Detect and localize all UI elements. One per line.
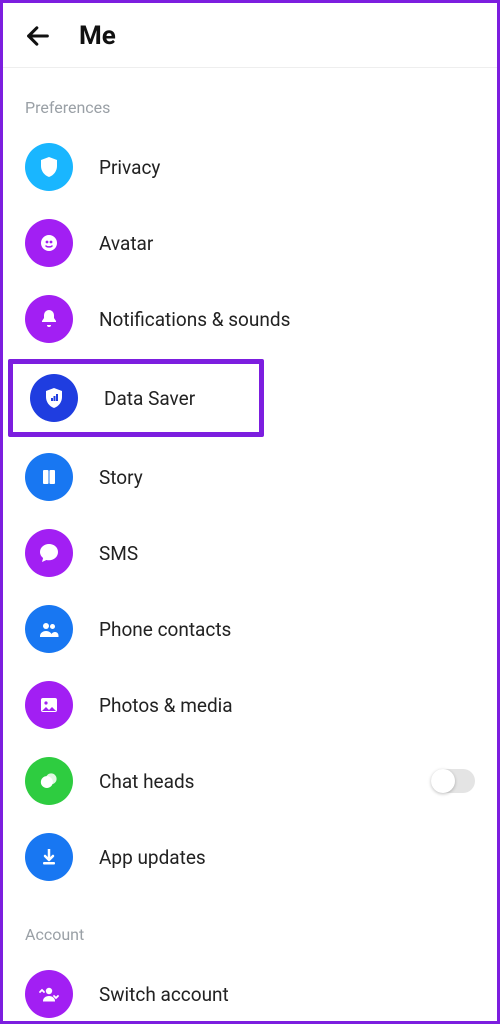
story-icon (25, 453, 73, 501)
page-title: Me (79, 21, 116, 51)
data-shield-icon (30, 374, 78, 422)
settings-item-label: Chat heads (99, 770, 431, 793)
bell-icon (25, 295, 73, 343)
section-label-account: Account (3, 895, 497, 956)
settings-item-phone-contacts[interactable]: Phone contacts (3, 591, 497, 667)
settings-item-label: Photos & media (99, 694, 475, 717)
switch-account-icon (25, 970, 73, 1018)
preferences-list: Privacy Avatar Notifications & sounds Da… (3, 129, 497, 895)
settings-item-app-updates[interactable]: App updates (3, 819, 497, 895)
settings-item-label: Switch account (99, 983, 475, 1006)
settings-item-avatar[interactable]: Avatar (3, 205, 497, 281)
settings-item-story[interactable]: Story (3, 439, 497, 515)
back-arrow-icon (24, 22, 52, 50)
image-icon (25, 681, 73, 729)
settings-item-privacy[interactable]: Privacy (3, 129, 497, 205)
settings-item-label: App updates (99, 846, 475, 869)
settings-item-notifications[interactable]: Notifications & sounds (3, 281, 497, 357)
account-list: Switch account (3, 956, 497, 1018)
chat-bubble-icon (25, 529, 73, 577)
settings-item-label: Avatar (99, 232, 475, 255)
back-button[interactable] (21, 19, 55, 53)
avatar-icon (25, 219, 73, 267)
settings-item-switch-account[interactable]: Switch account (3, 956, 497, 1018)
settings-item-label: Story (99, 466, 475, 489)
settings-item-chat-heads[interactable]: Chat heads (3, 743, 497, 819)
shield-icon (25, 143, 73, 191)
settings-item-label: Notifications & sounds (99, 308, 475, 331)
settings-item-sms[interactable]: SMS (3, 515, 497, 591)
header: Me (3, 3, 497, 68)
settings-item-label: Data Saver (104, 387, 242, 410)
settings-item-label: Privacy (99, 156, 475, 179)
chat-heads-icon (25, 757, 73, 805)
section-label-preferences: Preferences (3, 68, 497, 129)
settings-item-photos-media[interactable]: Photos & media (3, 667, 497, 743)
settings-item-label: Phone contacts (99, 618, 475, 641)
contacts-icon (25, 605, 73, 653)
download-icon (25, 833, 73, 881)
settings-item-data-saver[interactable]: Data Saver (8, 359, 264, 437)
settings-item-label: SMS (99, 542, 475, 565)
chat-heads-toggle[interactable] (431, 769, 475, 793)
